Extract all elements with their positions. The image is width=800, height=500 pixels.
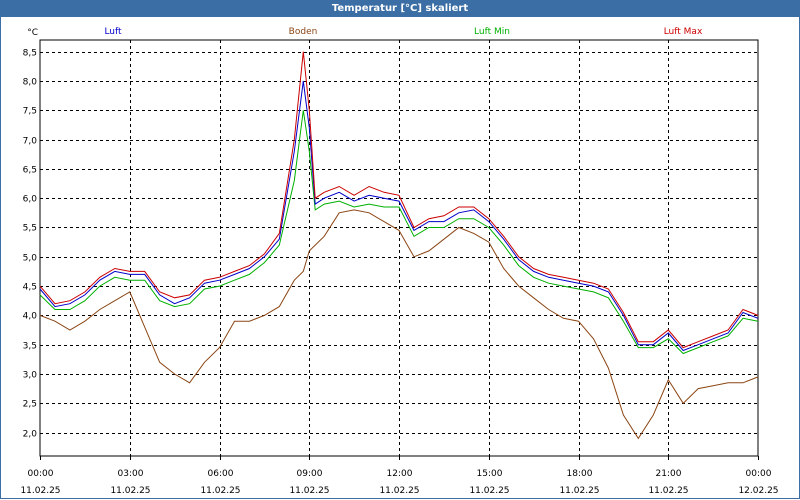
x-tick-date: 11.02.25 bbox=[110, 486, 150, 496]
x-tick-time: 00:00 bbox=[28, 469, 54, 479]
y-tick-label: 7,5 bbox=[23, 107, 37, 117]
x-tick-time: 18:00 bbox=[567, 469, 593, 479]
x-tick-time: 09:00 bbox=[297, 469, 323, 479]
y-tick-label: 2,5 bbox=[23, 400, 37, 410]
y-tick-label: 7,0 bbox=[23, 137, 38, 147]
y-tick-label: 4,0 bbox=[23, 312, 38, 322]
y-tick-label: 6,0 bbox=[23, 195, 38, 205]
x-tick-date: 12.02.25 bbox=[738, 486, 778, 496]
x-tick-date: 11.02.25 bbox=[200, 486, 240, 496]
x-tick-time: 00:00 bbox=[746, 469, 772, 479]
x-tick-time: 15:00 bbox=[477, 469, 503, 479]
x-tick-time: 06:00 bbox=[208, 469, 234, 479]
legend-entry: Luft bbox=[104, 27, 122, 37]
x-tick-time: 21:00 bbox=[656, 469, 682, 479]
legend-entry: Luft Min bbox=[474, 27, 510, 37]
y-tick-label: 3,5 bbox=[23, 342, 37, 352]
y-tick-label: 5,0 bbox=[23, 254, 38, 264]
x-tick-date: 11.02.25 bbox=[289, 486, 329, 496]
x-tick-date: 11.02.25 bbox=[20, 486, 60, 496]
y-tick-label: 2,0 bbox=[23, 430, 38, 440]
legend-entry: Luft Max bbox=[664, 27, 703, 37]
y-tick-label: 4,5 bbox=[23, 283, 37, 293]
y-tick-label: 8,5 bbox=[23, 49, 37, 59]
temperature-chart: 2,0 2,5 3,0 3,5 4,0 4,5 5,0 5,5 6,0 6,5 7,0 7,5 8,0 8… bbox=[20, 27, 778, 496]
x-tick-time: 12:00 bbox=[387, 469, 413, 479]
y-tick-label: 5,5 bbox=[23, 224, 37, 234]
y-tick-label: 3,0 bbox=[23, 371, 38, 381]
y-tick-label: 8,0 bbox=[23, 78, 38, 88]
x-tick-date: 11.02.25 bbox=[648, 486, 688, 496]
y-axis-label: °C bbox=[27, 28, 38, 38]
legend-entry: Boden bbox=[289, 27, 318, 37]
x-tick-date: 11.02.25 bbox=[469, 486, 509, 496]
y-tick-label: 6,5 bbox=[23, 166, 37, 176]
x-tick-date: 11.02.25 bbox=[379, 486, 419, 496]
x-tick-date: 11.02.25 bbox=[559, 486, 599, 496]
x-tick-time: 03:00 bbox=[118, 469, 144, 479]
